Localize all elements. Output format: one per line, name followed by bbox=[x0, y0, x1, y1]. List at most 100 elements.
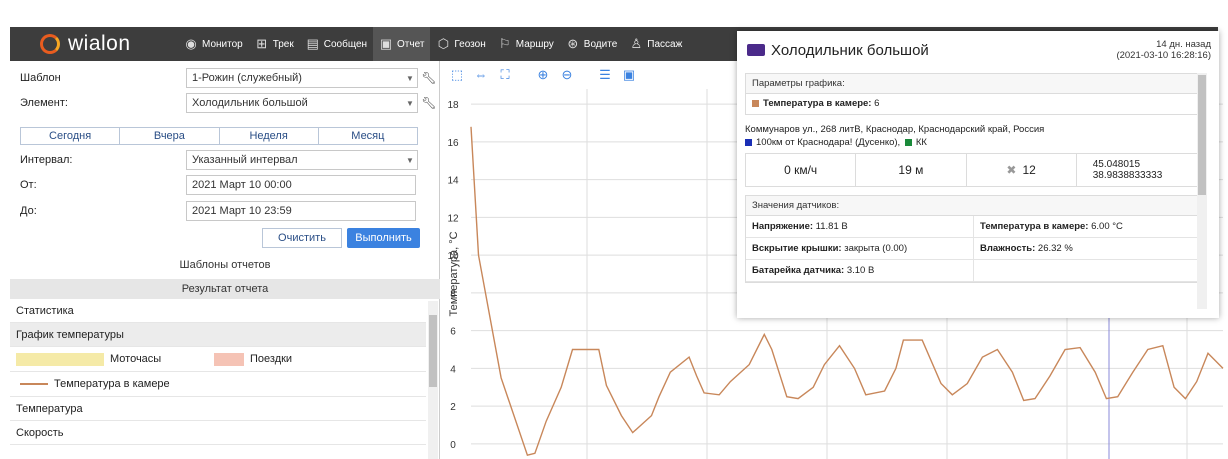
report-result-header[interactable]: Результат отчета bbox=[10, 279, 440, 299]
series-legend-row: Температура в камере bbox=[10, 371, 426, 397]
geozone-green-square bbox=[904, 138, 912, 146]
clear-button[interactable]: Очистить bbox=[262, 228, 342, 248]
sensor-label: Вскрытие крышки: bbox=[752, 243, 842, 254]
routes-icon: ⚐ bbox=[498, 36, 511, 51]
nav-label: Трек bbox=[272, 38, 294, 50]
engine-hours-label[interactable]: Моточасы bbox=[110, 353, 214, 365]
nav-menu: ◉ Монитор ⊞ Трек ▤ Сообщен ▣ Отчет ⬡ Геозон ⚐ Маршр… bbox=[178, 27, 688, 61]
coordinates: 45.048015 38.9838833333 bbox=[1077, 154, 1202, 186]
altitude-value: 19 м bbox=[856, 154, 967, 186]
element-value: Холодильник большой bbox=[192, 97, 308, 109]
list-scrollbar[interactable] bbox=[428, 301, 438, 459]
run-button[interactable]: Выполнить bbox=[347, 228, 420, 248]
to-date-input[interactable]: 2021 Март 10 23:59 bbox=[186, 201, 416, 221]
wialon-logo[interactable]: wialon bbox=[10, 32, 178, 56]
unit-info-popup: Холодильник большой 14 дн. назад (2021-0… bbox=[737, 31, 1219, 318]
y-tick-label: 14 bbox=[447, 176, 459, 187]
scroll-thumb[interactable] bbox=[429, 315, 437, 387]
month-button[interactable]: Месяц bbox=[318, 128, 417, 144]
chart-toolbar: ⬚ ⇔ ⛶ ⊕ ⊖ ☰ ▣ bbox=[449, 67, 637, 83]
param-label: Температура в камере: bbox=[763, 98, 872, 109]
list-item-speed[interactable]: Скорость bbox=[10, 421, 426, 445]
nav-label: Отчет bbox=[397, 38, 425, 50]
sensor-label: Влажность: bbox=[980, 243, 1036, 254]
wrench-icon[interactable]: 🔧︎ bbox=[420, 71, 438, 85]
yesterday-button[interactable]: Вчера bbox=[120, 128, 220, 144]
chart-legend-row: Моточасы Поездки bbox=[10, 347, 426, 371]
y-tick-label: 0 bbox=[450, 440, 456, 451]
y-tick-label: 4 bbox=[450, 364, 456, 375]
nav-item-eye[interactable]: ◉ Монитор bbox=[178, 27, 249, 61]
element-select[interactable]: Холодильник большой ▼ bbox=[186, 93, 418, 113]
nav-label: Монитор bbox=[202, 38, 243, 50]
list-item-statistics[interactable]: Статистика bbox=[10, 299, 426, 323]
engine-hours-swatch bbox=[16, 352, 104, 366]
sensors-grid: Напряжение: 11.81 В Температура в камере:… bbox=[746, 216, 1202, 282]
today-button[interactable]: Сегодня bbox=[21, 128, 121, 144]
list-item-temperature[interactable]: Температура bbox=[10, 397, 426, 421]
zoom-x-icon[interactable]: ⇔ bbox=[473, 67, 489, 83]
sensor-label: Батарейка датчика: bbox=[752, 265, 845, 276]
geozone-2[interactable]: КК bbox=[916, 137, 927, 148]
from-date-input[interactable]: 2021 Март 10 00:00 bbox=[186, 175, 416, 195]
chevron-down-icon: ▼ bbox=[406, 98, 414, 108]
sensors-title: Значения датчиков: bbox=[746, 196, 1202, 216]
nav-label: Геозон bbox=[454, 38, 486, 50]
nav-item-passengers[interactable]: ♙ Пассаж bbox=[623, 27, 688, 61]
popup-scrollbar[interactable] bbox=[1197, 73, 1207, 309]
drivers-icon: ⊛ bbox=[567, 36, 579, 51]
series-color-square bbox=[752, 99, 759, 107]
popup-scroll-thumb[interactable] bbox=[1198, 75, 1206, 195]
nav-item-routes[interactable]: ⚐ Маршру bbox=[492, 27, 560, 61]
export-icon[interactable]: ▣ bbox=[621, 67, 637, 83]
truck-icon bbox=[747, 44, 765, 56]
template-row: Шаблон 1-Рожин (служебный) ▼ 🔧︎ bbox=[10, 67, 440, 89]
nav-item-track[interactable]: ⊞ Трек bbox=[249, 27, 300, 61]
list-item-temperature-chart[interactable]: График температуры bbox=[10, 323, 426, 347]
y-tick-label: 16 bbox=[447, 138, 459, 149]
param-value: 6 bbox=[874, 98, 880, 109]
popup-title: Холодильник большой bbox=[771, 42, 929, 59]
geozone-1[interactable]: 100км от Краснодара! (Дусенко), bbox=[756, 137, 900, 148]
sensor-value: 3.10 В bbox=[846, 265, 875, 276]
sensor-cell: Напряжение: 11.81 В bbox=[746, 216, 974, 238]
nav-item-geofence[interactable]: ⬡ Геозон bbox=[430, 27, 491, 61]
to-row: До: 2021 Март 10 23:59 bbox=[10, 200, 440, 222]
zoom-select-icon[interactable]: ⬚ bbox=[449, 67, 465, 83]
template-value: 1-Рожин (служебный) bbox=[192, 72, 302, 84]
eye-icon: ◉ bbox=[185, 36, 197, 51]
sensor-cell bbox=[974, 260, 1202, 282]
interval-select[interactable]: Указанный интервал ▼ bbox=[186, 150, 418, 170]
sensor-cell: Батарейка датчика: 3.10 В bbox=[746, 260, 974, 282]
wrench-icon[interactable]: 🔧︎ bbox=[420, 96, 438, 110]
sensor-cell: Вскрытие крышки: закрыта (0.00) bbox=[746, 238, 974, 260]
nav-item-reports[interactable]: ▣ Отчет bbox=[373, 27, 431, 61]
template-select[interactable]: 1-Рожин (служебный) ▼ bbox=[186, 68, 418, 88]
speed-value: 0 км/ч bbox=[746, 154, 857, 186]
track-icon: ⊞ bbox=[256, 36, 268, 51]
legend-icon[interactable]: ☰ bbox=[597, 67, 613, 83]
sensor-value: 11.81 В bbox=[815, 221, 848, 232]
fit-icon[interactable]: ⛶ bbox=[497, 67, 513, 83]
nav-item-messages[interactable]: ▤ Сообщен bbox=[300, 27, 373, 61]
address-block: Коммунаров ул., 268 литВ, Краснодар, Кра… bbox=[745, 115, 1203, 149]
time-ago: 14 дн. назад bbox=[1156, 39, 1211, 50]
report-templates-title[interactable]: Шаблоны отчетов bbox=[10, 259, 440, 271]
param-line: Температура в камере: 6 bbox=[746, 94, 1202, 114]
sensor-label: Температура в камере: bbox=[980, 221, 1089, 232]
chevron-down-icon: ▼ bbox=[406, 155, 414, 165]
zoom-in-icon[interactable]: ⊕ bbox=[535, 67, 551, 83]
y-tick-label: 18 bbox=[447, 100, 459, 111]
satellites-cell: ✖ 12 bbox=[967, 154, 1077, 186]
chart-params-box: Параметры графика: Температура в камере:… bbox=[745, 73, 1203, 115]
trips-label[interactable]: Поездки bbox=[250, 353, 292, 365]
to-label: До: bbox=[20, 205, 37, 217]
from-row: От: 2021 Март 10 00:00 bbox=[10, 174, 440, 196]
nav-item-drivers[interactable]: ⊛ Водите bbox=[560, 27, 623, 61]
week-button[interactable]: Неделя bbox=[219, 128, 319, 144]
series-label[interactable]: Температура в камере bbox=[54, 378, 170, 390]
satellite-icon: ✖ bbox=[1006, 163, 1017, 177]
position-stats: 0 км/ч 19 м ✖ 12 45.048015 38.9838833333 bbox=[745, 153, 1203, 187]
timestamp: (2021-03-10 16:28:16) bbox=[1116, 50, 1211, 61]
zoom-out-icon[interactable]: ⊖ bbox=[559, 67, 575, 83]
